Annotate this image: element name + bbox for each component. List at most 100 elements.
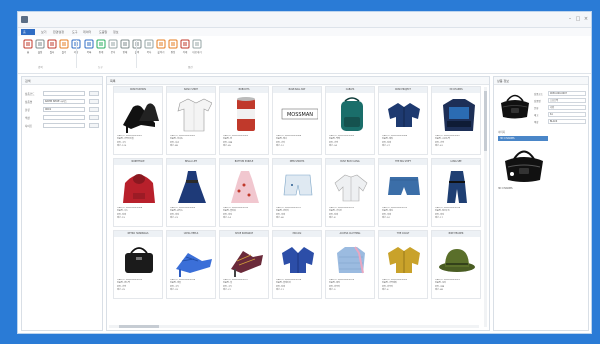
close-button[interactable]: × <box>583 16 589 22</box>
card-info-line: 재고: 33 <box>170 288 178 291</box>
product-card[interactable]: 3D CHARMS 상품코드: 9050-000-0007 상품명: 스포츠백 분류:… <box>431 86 481 155</box>
lookup-button[interactable] <box>89 123 99 128</box>
detail-value: 스포츠백 <box>548 98 586 103</box>
product-code-input[interactable] <box>43 91 85 96</box>
banner-image: MOSSMAN <box>281 108 318 120</box>
app-icon <box>21 16 28 23</box>
detail-bag-image <box>501 94 529 119</box>
grid-header: 목록 <box>107 77 489 85</box>
card-info: 상품코드: 9050-000-0001 상품명: 가죽하이힐 분류: 구두 재고: 1… <box>117 135 163 148</box>
puffer-image <box>337 246 365 274</box>
lookup-button[interactable] <box>89 107 99 112</box>
product-card[interactable]: BIKE HEADER 상품코드: 9050-000-0021 상품명: 모자 분류:… <box>431 230 481 299</box>
image-section-label: 이미지 <box>498 131 506 134</box>
category-input[interactable]: 0001 <box>43 107 85 112</box>
card-title: THE COAST <box>379 231 427 237</box>
product-card[interactable]: MOCASI 상품코드: 9050-000-0018 상품명: 블레이저 분류: 상의… <box>272 230 322 299</box>
detail-label: 상품코드 <box>534 93 543 96</box>
tab-home[interactable]: 홈 <box>21 29 35 35</box>
card-info: 상품코드: 9050-000-0008 상품명: 후드 분류: 상의 재고: 19 <box>117 207 163 220</box>
lookup-button[interactable] <box>89 99 99 104</box>
ribbon-button-label: 내보내기 <box>192 51 202 54</box>
card-title: BIKE HEADER <box>432 231 480 237</box>
tab-info[interactable]: 정보 <box>111 29 121 35</box>
product-card[interactable]: BOTTOM PURPLE 상품코드: 9050-000-0010 상품명: 플라워… <box>219 158 269 227</box>
card-info-line: 재고: 17 <box>435 216 443 219</box>
tab-view[interactable]: 보기 <box>39 29 49 35</box>
doc-icon <box>108 39 118 49</box>
sandals-image <box>176 253 212 277</box>
horizontal-scrollbar[interactable] <box>109 325 479 328</box>
product-card[interactable]: RETRO HANDBAGS 상품코드: 9050-000-0015 상품명: 핸드… <box>113 230 163 299</box>
vertical-scrollbar[interactable] <box>484 87 487 327</box>
card-title: BELLA LIFE <box>167 159 215 165</box>
card-info: 상품코드: 9050-000-0007 상품명: 스포츠백 분류: 가방 재고: 61 <box>435 135 481 148</box>
card-info: 상품코드: 9050-000-0012 상품명: 가디건 분류: 상의 재고: 8 <box>329 207 375 220</box>
product-card[interactable]: BASE-BALL BAT MOSSMAN 상품코드: 9050-000-0004 상… <box>272 86 322 155</box>
ribbon-separator <box>76 40 77 68</box>
lookup-button[interactable] <box>89 91 99 96</box>
card-info-line: 재고: 61 <box>435 144 443 147</box>
tab-tools[interactable]: 도구 <box>70 29 80 35</box>
paste-icon <box>156 39 166 49</box>
tab-settings[interactable]: 환경설정 <box>51 29 66 35</box>
app-backdrop: – □ × 홈 보기 환경설정 도구 데이터 도움말 정보 홈설정필터폴더저장목… <box>0 0 600 344</box>
delete-icon <box>180 39 190 49</box>
size-input[interactable] <box>43 123 85 128</box>
card-title: CABLES <box>326 87 374 93</box>
product-card[interactable]: ACCESS CLOTHING 상품코드: 9050-000-0019 상품명: 패… <box>325 230 375 299</box>
product-card[interactable]: NORTHFACE 상품코드: 9050-000-0008 상품명: 후드 분류: 상… <box>113 158 163 227</box>
product-card[interactable]: MEN SHORTS 상품코드: 9050-000-0011 상품명: 반바지 분류:… <box>272 158 322 227</box>
card-info-line: 재고: 88 <box>170 144 178 147</box>
product-card[interactable]: SHOE ROMANCE 상품코드: 9050-000-0017 상품명: 힐 분류:… <box>219 230 269 299</box>
heels-image <box>123 103 159 133</box>
scrollbar-thumb[interactable] <box>119 325 159 328</box>
home-icon <box>23 39 33 49</box>
card-title: 3D CHARMS <box>432 87 480 93</box>
product-grid: 목록 RONI FASHION 상품코드: 9050-000-0001 상품명: 가… <box>106 76 490 331</box>
selected-item-bar[interactable]: 3D CHARMS <box>498 136 548 141</box>
lookup-button[interactable] <box>89 115 99 120</box>
product-card[interactable]: LONG SEE 상품코드: 9050-000-0014 상품명: 점프수트 분류: … <box>431 158 481 227</box>
title-bar: – □ × <box>18 12 591 28</box>
ribbon-group-label: 옵션 <box>188 66 193 69</box>
hat-image <box>439 249 475 272</box>
card-title: RONI FASHION <box>114 87 162 93</box>
product-name-input[interactable]: RAHM SHOE 시리즈 <box>43 99 85 104</box>
product-card[interactable]: BASIC SHIRT 상품코드: 9050-000-0002 상품명: 흰셔츠 분류… <box>166 86 216 155</box>
product-card[interactable]: THE COAST 상품코드: 9050-000-0020 상품명: 가죽재킷 분류:… <box>378 230 428 299</box>
product-card[interactable]: THE BIG SHIFT 상품코드: 9050-000-0013 상품명: 데님 분… <box>378 158 428 227</box>
card-info-line: 재고: 27 <box>382 144 390 147</box>
card-title: RETRO HANDBAGS <box>114 231 162 237</box>
card-info: 상품코드: 9050-000-0004 상품명: 배너 분류: 기타 재고: 12 <box>276 135 322 148</box>
settings-icon <box>35 39 45 49</box>
card-info: 상품코드: 9050-000-0018 상품명: 블레이저 분류: 상의 재고: 11 <box>276 279 322 292</box>
minimize-button[interactable]: – <box>567 16 573 22</box>
color-input[interactable] <box>43 115 85 120</box>
card-info-line: 재고: 12 <box>276 144 284 147</box>
product-card[interactable]: BUSY BUSY LONG 상품코드: 9050-000-0012 상품명: 가디… <box>325 158 375 227</box>
export-button[interactable]: 내보내기 <box>190 39 204 59</box>
detail-label: 색상 <box>534 121 539 124</box>
tab-data[interactable]: 데이터 <box>81 29 93 35</box>
ribbon-tab-bar: 홈 보기 환경설정 도구 데이터 도움말 정보 <box>18 28 591 36</box>
scrollbar-thumb[interactable] <box>484 91 487 151</box>
product-card[interactable]: BOBOOTS 상품코드: 9050-000-0003 상품명: 캔 분류: 소품 재고… <box>219 86 269 155</box>
card-info: 상품코드: 9050-000-0021 상품명: 모자 분류: 소품 재고: 48 <box>435 279 481 292</box>
product-card[interactable]: RONI FASHION 상품코드: 9050-000-0001 상품명: 가죽하이… <box>113 86 163 155</box>
maximize-button[interactable]: □ <box>575 16 581 22</box>
card-title: BASE-BALL BAT <box>273 87 321 93</box>
edit-icon <box>168 39 178 49</box>
card-info-line: 재고: 45 <box>223 144 231 147</box>
card-info: 상품코드: 9050-000-0017 상품명: 힐 분류: 구두 재고: 21 <box>223 279 269 292</box>
product-card[interactable]: RONI PROJECT 상품코드: 9050-000-0006 상품명: 재킷 분류… <box>378 86 428 155</box>
denim-shorts-image <box>388 177 420 195</box>
handbag-image <box>125 247 153 273</box>
product-card[interactable]: CABLES 상품코드: 9050-000-0005 상품명: 백팩 분류: 가방 재고… <box>325 86 375 155</box>
card-info-line: 재고: 120 <box>117 144 127 147</box>
detail-panel: 상품 정보 상품코드 9050-000-0007 상품명 스포츠백 분류 가방 … <box>493 76 589 331</box>
product-card[interactable]: ULTRA HEELS 상품코드: 9050-000-0016 상품명: 샌들 분류:… <box>166 230 216 299</box>
bag-image <box>443 99 475 131</box>
tab-help[interactable]: 도움말 <box>97 29 109 35</box>
product-card[interactable]: BELLA LIFE 상품코드: 9050-000-0009 상품명: 원피스 분류:… <box>166 158 216 227</box>
